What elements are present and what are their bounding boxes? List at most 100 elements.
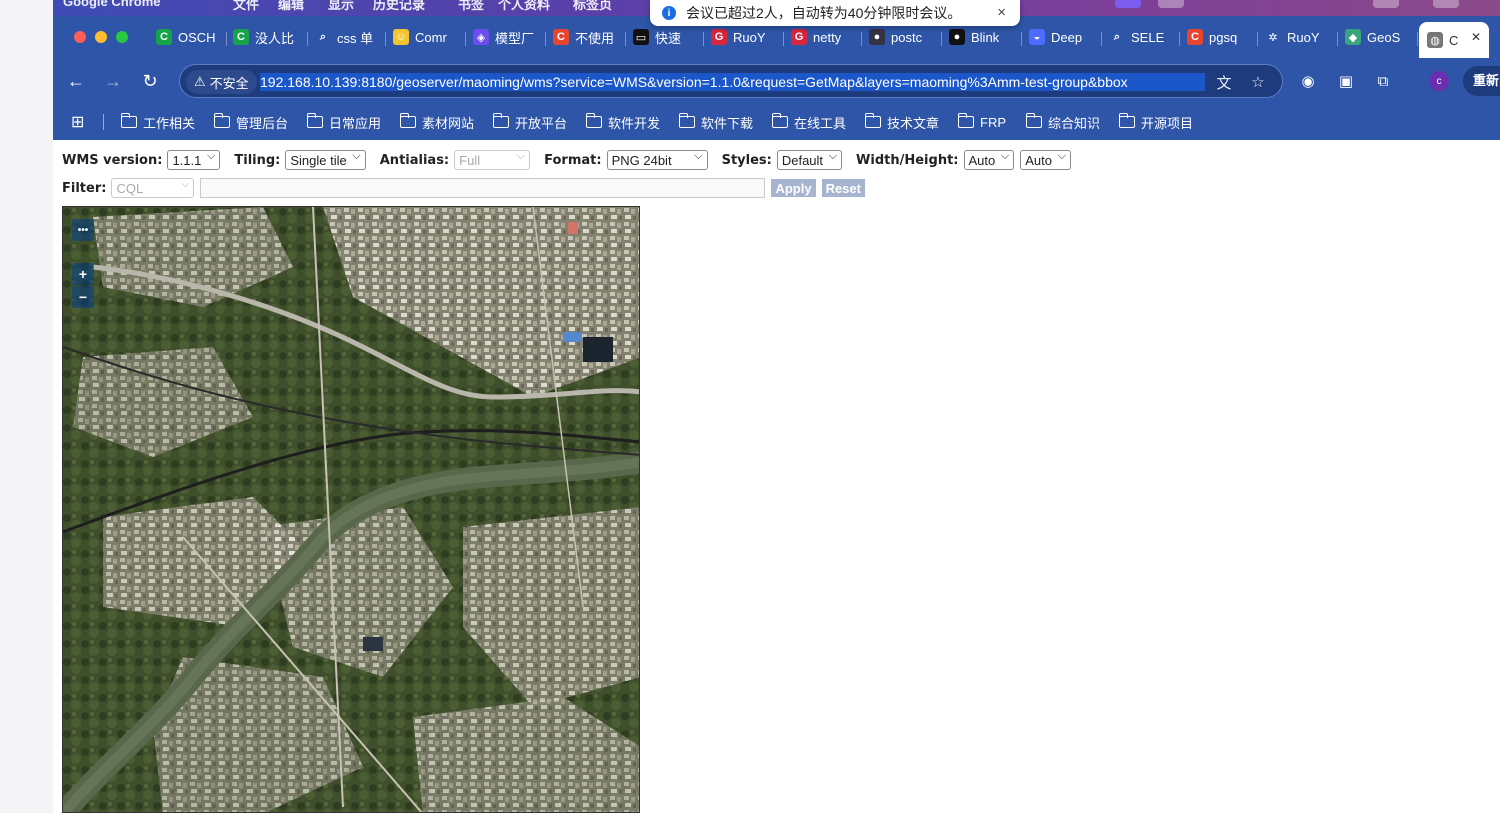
bookmark-folder[interactable]: 软件下载 xyxy=(678,111,754,133)
terminal-icon: ▭ xyxy=(633,29,649,45)
map-viewer[interactable]: ••• + − xyxy=(62,206,640,813)
back-button[interactable]: ← xyxy=(63,68,89,94)
tab-label: 没人比 xyxy=(255,30,295,46)
menubar-item[interactable]: 个人资料 xyxy=(498,0,550,13)
tiling-label: Tiling: xyxy=(234,152,281,168)
bookmark-folder[interactable]: 技术文章 xyxy=(864,111,939,133)
styles-select[interactable]: Default xyxy=(776,150,843,170)
browser-tab[interactable]: C 没人比 xyxy=(233,24,297,50)
menubar-item[interactable]: 标签页 xyxy=(573,0,612,13)
folder-icon xyxy=(957,113,974,128)
forward-button[interactable]: → xyxy=(100,68,126,94)
browser-tab[interactable]: ⌕ SELE xyxy=(1109,24,1169,50)
satellite-imagery xyxy=(63,207,639,812)
close-window-button[interactable] xyxy=(74,31,86,43)
bookmark-label: 软件下载 xyxy=(701,115,754,131)
gear-icon: ✲ xyxy=(1265,29,1281,45)
minimize-window-button[interactable] xyxy=(95,31,107,43)
menubar-item[interactable]: 显示 xyxy=(328,0,354,13)
browser-tab[interactable]: ◆ GeoS xyxy=(1345,24,1407,50)
menubar-item[interactable]: 书签 xyxy=(458,0,484,13)
menubar-item[interactable]: 文件 xyxy=(233,0,259,13)
apply-button[interactable]: Apply xyxy=(771,179,816,197)
zoom-in-button[interactable]: + xyxy=(72,263,94,285)
warning-icon: ⚠ xyxy=(194,74,206,89)
width-height-label: Width/Height: xyxy=(856,152,959,168)
menubar-item[interactable]: 历史记录 xyxy=(373,0,425,13)
bookmark-folder[interactable]: 开源项目 xyxy=(1118,111,1193,133)
browser-tab[interactable]: ✲ RuoY xyxy=(1265,24,1327,50)
browser-tab[interactable]: ● Blink xyxy=(949,24,1011,50)
menubar-status-icon[interactable] xyxy=(1433,0,1459,8)
menubar-status-icon[interactable] xyxy=(1115,0,1141,8)
bookmark-folder[interactable]: 日常应用 xyxy=(306,111,381,133)
filter-type-select[interactable]: CQL xyxy=(111,178,195,198)
wms-version-label: WMS version: xyxy=(62,152,163,168)
browser-tab[interactable]: ▭ 快速 xyxy=(633,24,693,50)
tab-label: Blink xyxy=(971,29,1000,45)
browser-tab[interactable]: Gnetty xyxy=(791,24,851,50)
relaunch-button[interactable]: 重新 xyxy=(1463,66,1500,96)
folder-icon xyxy=(771,113,788,128)
bookmark-folder[interactable]: 工作相关 xyxy=(120,111,195,133)
folder-icon xyxy=(1025,113,1042,128)
menubar-item[interactable]: Google Chrome xyxy=(63,0,161,9)
tab-separator xyxy=(226,32,227,46)
height-select[interactable]: Auto xyxy=(1020,150,1071,170)
tab-separator xyxy=(941,32,942,46)
menubar-status-icon[interactable] xyxy=(1158,0,1184,8)
wms-version-select[interactable]: 1.1.1 xyxy=(167,150,221,170)
tiling-select[interactable]: Single tile xyxy=(285,150,366,170)
bookmark-folder[interactable]: 综合知识 xyxy=(1025,111,1101,133)
bookmark-folder[interactable]: 素材网站 xyxy=(399,111,474,133)
puzzle-icon[interactable]: ⧉ xyxy=(1371,70,1395,92)
format-label: Format: xyxy=(544,152,602,168)
browser-tab[interactable]: C OSCH xyxy=(156,24,216,50)
translate-icon[interactable]: 文 xyxy=(1214,72,1234,92)
avatar[interactable]: c xyxy=(1429,71,1449,91)
zoom-out-button[interactable]: − xyxy=(72,286,94,308)
maximize-window-button[interactable] xyxy=(116,31,128,43)
reload-button[interactable]: ↻ xyxy=(137,68,163,94)
bookmark-label: 综合知识 xyxy=(1048,115,1101,131)
browser-tab[interactable]: ● postc xyxy=(869,24,931,50)
url-text[interactable]: 192.168.10.139:8180/geoserver/maoming/wm… xyxy=(260,73,1205,91)
browser-tab[interactable]: ◒ Deep xyxy=(1029,24,1091,50)
apps-icon[interactable]: ⊞ xyxy=(71,111,84,133)
bookmark-folder[interactable]: 管理后台 xyxy=(213,111,288,133)
menubar-status-icon[interactable] xyxy=(1373,0,1399,8)
width-select[interactable]: Auto xyxy=(963,150,1015,170)
bookmark-icon[interactable]: ▣ xyxy=(1334,70,1358,92)
tab-label: pgsq xyxy=(1209,29,1238,45)
tab-separator xyxy=(1417,32,1418,46)
bookmark-folder[interactable]: 开放平台 xyxy=(492,111,567,133)
notification-text: 会议已超过2人，自动转为40分钟限时会议。 xyxy=(686,5,962,21)
browser-tab[interactable]: ◈ 模型厂 xyxy=(473,24,535,50)
antialias-select[interactable]: Full xyxy=(454,150,531,170)
bookmark-folder[interactable]: 在线工具 xyxy=(771,111,846,133)
browser-tab[interactable]: ☺ Comr xyxy=(393,24,455,50)
browser-tab[interactable]: ⌕ css 单 xyxy=(315,24,375,50)
tab-label: OSCH xyxy=(178,29,216,45)
folder-icon xyxy=(492,113,509,128)
bookmark-folder[interactable]: 软件开发 xyxy=(585,111,660,133)
tab-label: RuoY xyxy=(733,29,766,45)
security-indicator[interactable]: ⚠ 不安全 xyxy=(186,70,257,94)
star-icon[interactable]: ☆ xyxy=(1248,72,1268,92)
bookmark-folder[interactable]: FRP xyxy=(957,111,1006,133)
extension-icon[interactable]: ◉ xyxy=(1296,70,1320,92)
menubar-item[interactable]: 编辑 xyxy=(278,0,304,13)
browser-tab[interactable]: C 不使用 xyxy=(553,24,615,50)
antialias-label: Antialias: xyxy=(379,152,450,168)
filter-input[interactable] xyxy=(200,178,766,198)
map-toolbar-button[interactable]: ••• xyxy=(72,219,94,241)
geo-icon: ◆ xyxy=(1345,29,1361,45)
close-tab-icon[interactable]: ✕ xyxy=(1471,30,1481,44)
browser-tab[interactable]: Cpgsq xyxy=(1187,24,1247,50)
reset-button[interactable]: Reset xyxy=(821,179,865,197)
address-bar[interactable]: ⚠ 不安全 192.168.10.139:8180/geoserver/maom… xyxy=(179,64,1283,98)
format-select[interactable]: PNG 24bit xyxy=(606,150,708,170)
browser-tab[interactable]: G RuoY xyxy=(711,24,773,50)
close-icon[interactable]: × xyxy=(997,4,1006,21)
tab-separator xyxy=(625,32,626,46)
